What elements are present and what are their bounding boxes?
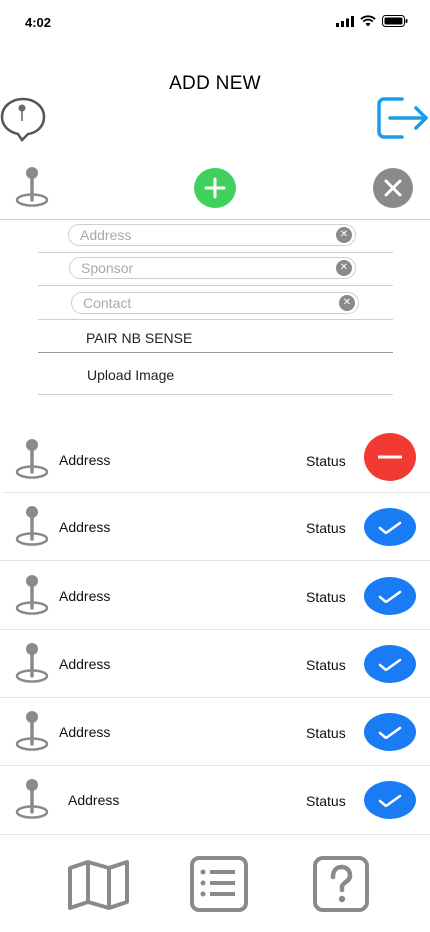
list-item-address: Address [59,452,111,468]
checkmark-icon [378,521,402,534]
list-divider [0,560,430,561]
map-pin-icon [15,575,49,615]
address-field[interactable]: Address ✕ [68,224,356,246]
help-icon[interactable] [313,856,369,912]
logout-icon[interactable] [376,96,430,140]
list-item[interactable]: Address Status [0,772,430,822]
map-pin-icon [15,643,49,683]
map-pin-icon [15,506,49,546]
confirm-button[interactable] [364,508,416,546]
divider [38,252,393,253]
list-item-address: Address [59,588,111,604]
address-placeholder: Address [80,227,132,243]
status-bar-time: 4:02 [25,15,52,30]
battery-icon [382,15,408,27]
confirm-button[interactable] [364,577,416,615]
list-item-address: Address [59,656,111,672]
close-icon [384,179,402,197]
list-item[interactable]: Address Status [0,499,430,549]
list-divider [4,492,430,493]
add-button[interactable] [194,168,236,208]
clear-contact-icon[interactable]: ✕ [339,295,355,311]
list-item-address: Address [68,792,120,808]
map-pin-icon [15,779,49,819]
wifi-icon [360,15,376,27]
contact-placeholder: Contact [83,295,132,311]
map-pin-icon [15,167,49,207]
confirm-button[interactable] [364,781,416,819]
clear-sponsor-icon[interactable]: ✕ [336,260,352,276]
map-pin-speech-bubble-icon[interactable] [0,96,46,142]
status-bar-icons [336,15,408,27]
list-divider [0,697,430,698]
map-pin-icon [15,439,49,479]
list-divider [0,629,430,630]
pair-nb-sense-button[interactable]: PAIR NB SENSE [86,330,192,346]
checkmark-icon [378,726,402,739]
list-item-address: Address [59,724,111,740]
map-pin-icon [15,711,49,751]
page-title: ADD NEW [169,73,261,94]
divider [38,285,393,286]
remove-button[interactable] [364,433,416,481]
close-button[interactable] [373,168,413,208]
divider [38,394,393,395]
checkmark-icon [378,794,402,807]
list-item-status: Status [306,589,346,605]
list-item-status: Status [306,453,346,469]
sponsor-field[interactable]: Sponsor ✕ [69,257,356,279]
confirm-button[interactable] [364,713,416,751]
divider [38,319,393,320]
checkmark-icon [378,590,402,603]
checkmark-icon [378,658,402,671]
list-item-status: Status [306,793,346,809]
divider [0,219,430,220]
list-icon[interactable] [190,856,248,912]
tab-bar-divider [0,834,430,835]
divider [38,352,393,353]
list-item-status: Status [306,725,346,741]
list-item[interactable]: Address Status [0,568,430,618]
list-item-status: Status [306,520,346,536]
clear-address-icon[interactable]: ✕ [336,227,352,243]
confirm-button[interactable] [364,645,416,683]
plus-icon [204,177,226,199]
cellular-signal-icon [336,15,354,27]
list-item[interactable]: Address Status [0,704,430,754]
list-divider [0,765,430,766]
minus-icon [378,455,402,459]
sponsor-placeholder: Sponsor [81,260,134,276]
upload-image-button[interactable]: Upload Image [87,367,174,383]
map-icon[interactable] [67,860,130,910]
list-item[interactable]: Address Status [0,636,430,686]
list-item-address: Address [59,519,111,535]
contact-field[interactable]: Contact ✕ [71,292,359,314]
list-item-status: Status [306,657,346,673]
list-item[interactable]: Address Status [0,432,430,482]
